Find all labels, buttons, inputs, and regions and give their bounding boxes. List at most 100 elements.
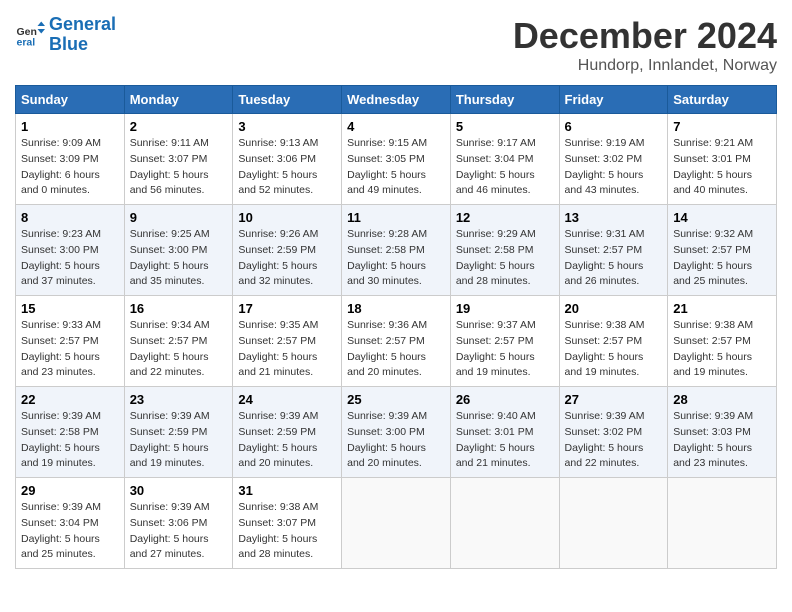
calendar-cell: 4 Sunrise: 9:15 AM Sunset: 3:05 PM Dayli… [342,114,451,205]
calendar-cell: 29 Sunrise: 9:39 AM Sunset: 3:04 PM Dayl… [16,478,125,569]
day-info: Sunrise: 9:19 AM Sunset: 3:02 PM Dayligh… [565,137,645,196]
day-number: 2 [130,119,228,134]
day-info: Sunrise: 9:11 AM Sunset: 3:07 PM Dayligh… [130,137,209,196]
day-info: Sunrise: 9:39 AM Sunset: 2:58 PM Dayligh… [21,410,101,469]
day-info: Sunrise: 9:37 AM Sunset: 2:57 PM Dayligh… [456,319,536,378]
calendar-cell: 5 Sunrise: 9:17 AM Sunset: 3:04 PM Dayli… [450,114,559,205]
day-number: 17 [238,301,336,316]
week-row-4: 22 Sunrise: 9:39 AM Sunset: 2:58 PM Dayl… [16,387,777,478]
calendar-cell: 17 Sunrise: 9:35 AM Sunset: 2:57 PM Dayl… [233,296,342,387]
day-number: 29 [21,483,119,498]
day-info: Sunrise: 9:09 AM Sunset: 3:09 PM Dayligh… [21,137,101,196]
calendar-cell: 23 Sunrise: 9:39 AM Sunset: 2:59 PM Dayl… [124,387,233,478]
day-info: Sunrise: 9:33 AM Sunset: 2:57 PM Dayligh… [21,319,101,378]
calendar-cell: 3 Sunrise: 9:13 AM Sunset: 3:06 PM Dayli… [233,114,342,205]
day-number: 25 [347,392,445,407]
svg-text:eral: eral [17,36,36,48]
weekday-header-sunday: Sunday [16,86,125,114]
calendar-cell: 22 Sunrise: 9:39 AM Sunset: 2:58 PM Dayl… [16,387,125,478]
calendar-cell: 11 Sunrise: 9:28 AM Sunset: 2:58 PM Dayl… [342,205,451,296]
day-info: Sunrise: 9:29 AM Sunset: 2:58 PM Dayligh… [456,228,536,287]
day-number: 10 [238,210,336,225]
month-title: December 2024 [513,15,777,57]
calendar-cell: 2 Sunrise: 9:11 AM Sunset: 3:07 PM Dayli… [124,114,233,205]
day-number: 1 [21,119,119,134]
weekday-header-saturday: Saturday [668,86,777,114]
calendar-cell: 16 Sunrise: 9:34 AM Sunset: 2:57 PM Dayl… [124,296,233,387]
calendar-table: SundayMondayTuesdayWednesdayThursdayFrid… [15,85,777,569]
title-area: December 2024 Hundorp, Innlandet, Norway [513,15,777,75]
calendar-cell: 6 Sunrise: 9:19 AM Sunset: 3:02 PM Dayli… [559,114,668,205]
day-info: Sunrise: 9:21 AM Sunset: 3:01 PM Dayligh… [673,137,753,196]
calendar-cell [559,478,668,569]
day-info: Sunrise: 9:39 AM Sunset: 2:59 PM Dayligh… [238,410,318,469]
calendar-cell: 31 Sunrise: 9:38 AM Sunset: 3:07 PM Dayl… [233,478,342,569]
day-number: 24 [238,392,336,407]
weekday-header-monday: Monday [124,86,233,114]
day-info: Sunrise: 9:36 AM Sunset: 2:57 PM Dayligh… [347,319,427,378]
day-info: Sunrise: 9:32 AM Sunset: 2:57 PM Dayligh… [673,228,753,287]
calendar-cell: 28 Sunrise: 9:39 AM Sunset: 3:03 PM Dayl… [668,387,777,478]
day-info: Sunrise: 9:39 AM Sunset: 3:06 PM Dayligh… [130,501,210,560]
week-row-2: 8 Sunrise: 9:23 AM Sunset: 3:00 PM Dayli… [16,205,777,296]
calendar-cell [668,478,777,569]
day-info: Sunrise: 9:39 AM Sunset: 3:04 PM Dayligh… [21,501,101,560]
day-info: Sunrise: 9:39 AM Sunset: 3:00 PM Dayligh… [347,410,427,469]
week-row-1: 1 Sunrise: 9:09 AM Sunset: 3:09 PM Dayli… [16,114,777,205]
calendar-cell: 9 Sunrise: 9:25 AM Sunset: 3:00 PM Dayli… [124,205,233,296]
day-number: 21 [673,301,771,316]
day-info: Sunrise: 9:34 AM Sunset: 2:57 PM Dayligh… [130,319,210,378]
day-info: Sunrise: 9:39 AM Sunset: 3:03 PM Dayligh… [673,410,753,469]
header: Gen eral General Blue December 2024 Hund… [15,15,777,75]
weekday-header-tuesday: Tuesday [233,86,342,114]
day-info: Sunrise: 9:13 AM Sunset: 3:06 PM Dayligh… [238,137,318,196]
calendar-cell: 25 Sunrise: 9:39 AM Sunset: 3:00 PM Dayl… [342,387,451,478]
day-number: 14 [673,210,771,225]
calendar-cell: 24 Sunrise: 9:39 AM Sunset: 2:59 PM Dayl… [233,387,342,478]
weekday-header-wednesday: Wednesday [342,86,451,114]
weekday-header-row: SundayMondayTuesdayWednesdayThursdayFrid… [16,86,777,114]
logo-text: General Blue [49,15,116,55]
calendar-cell: 1 Sunrise: 9:09 AM Sunset: 3:09 PM Dayli… [16,114,125,205]
day-info: Sunrise: 9:15 AM Sunset: 3:05 PM Dayligh… [347,137,427,196]
day-info: Sunrise: 9:39 AM Sunset: 2:59 PM Dayligh… [130,410,210,469]
day-info: Sunrise: 9:38 AM Sunset: 2:57 PM Dayligh… [673,319,753,378]
logo-icon: Gen eral [15,20,45,50]
day-number: 4 [347,119,445,134]
calendar-cell: 12 Sunrise: 9:29 AM Sunset: 2:58 PM Dayl… [450,205,559,296]
day-number: 18 [347,301,445,316]
day-number: 13 [565,210,663,225]
week-row-5: 29 Sunrise: 9:39 AM Sunset: 3:04 PM Dayl… [16,478,777,569]
day-info: Sunrise: 9:39 AM Sunset: 3:02 PM Dayligh… [565,410,645,469]
logo: Gen eral General Blue [15,15,116,55]
day-number: 5 [456,119,554,134]
calendar-cell: 18 Sunrise: 9:36 AM Sunset: 2:57 PM Dayl… [342,296,451,387]
calendar-cell: 14 Sunrise: 9:32 AM Sunset: 2:57 PM Dayl… [668,205,777,296]
calendar-cell [450,478,559,569]
day-info: Sunrise: 9:35 AM Sunset: 2:57 PM Dayligh… [238,319,318,378]
day-number: 26 [456,392,554,407]
day-info: Sunrise: 9:23 AM Sunset: 3:00 PM Dayligh… [21,228,101,287]
day-info: Sunrise: 9:31 AM Sunset: 2:57 PM Dayligh… [565,228,645,287]
day-number: 9 [130,210,228,225]
calendar-cell: 10 Sunrise: 9:26 AM Sunset: 2:59 PM Dayl… [233,205,342,296]
calendar-cell [342,478,451,569]
day-number: 20 [565,301,663,316]
logo-general: General [49,14,116,34]
calendar-cell: 7 Sunrise: 9:21 AM Sunset: 3:01 PM Dayli… [668,114,777,205]
weekday-header-friday: Friday [559,86,668,114]
day-number: 3 [238,119,336,134]
day-info: Sunrise: 9:40 AM Sunset: 3:01 PM Dayligh… [456,410,536,469]
calendar-cell: 8 Sunrise: 9:23 AM Sunset: 3:00 PM Dayli… [16,205,125,296]
day-number: 15 [21,301,119,316]
day-info: Sunrise: 9:28 AM Sunset: 2:58 PM Dayligh… [347,228,427,287]
day-number: 11 [347,210,445,225]
calendar-cell: 27 Sunrise: 9:39 AM Sunset: 3:02 PM Dayl… [559,387,668,478]
calendar-cell: 13 Sunrise: 9:31 AM Sunset: 2:57 PM Dayl… [559,205,668,296]
calendar-cell: 19 Sunrise: 9:37 AM Sunset: 2:57 PM Dayl… [450,296,559,387]
day-number: 7 [673,119,771,134]
day-number: 27 [565,392,663,407]
day-info: Sunrise: 9:26 AM Sunset: 2:59 PM Dayligh… [238,228,318,287]
calendar-cell: 20 Sunrise: 9:38 AM Sunset: 2:57 PM Dayl… [559,296,668,387]
week-row-3: 15 Sunrise: 9:33 AM Sunset: 2:57 PM Dayl… [16,296,777,387]
